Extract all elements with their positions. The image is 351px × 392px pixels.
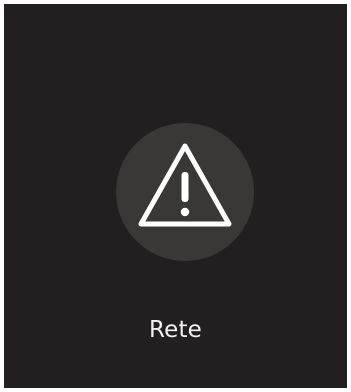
- network-label: Rete: [148, 317, 203, 343]
- warning-triangle-icon: [138, 143, 232, 227]
- warning-icon-badge: [116, 123, 254, 261]
- network-warning-screen: Rete: [4, 4, 347, 388]
